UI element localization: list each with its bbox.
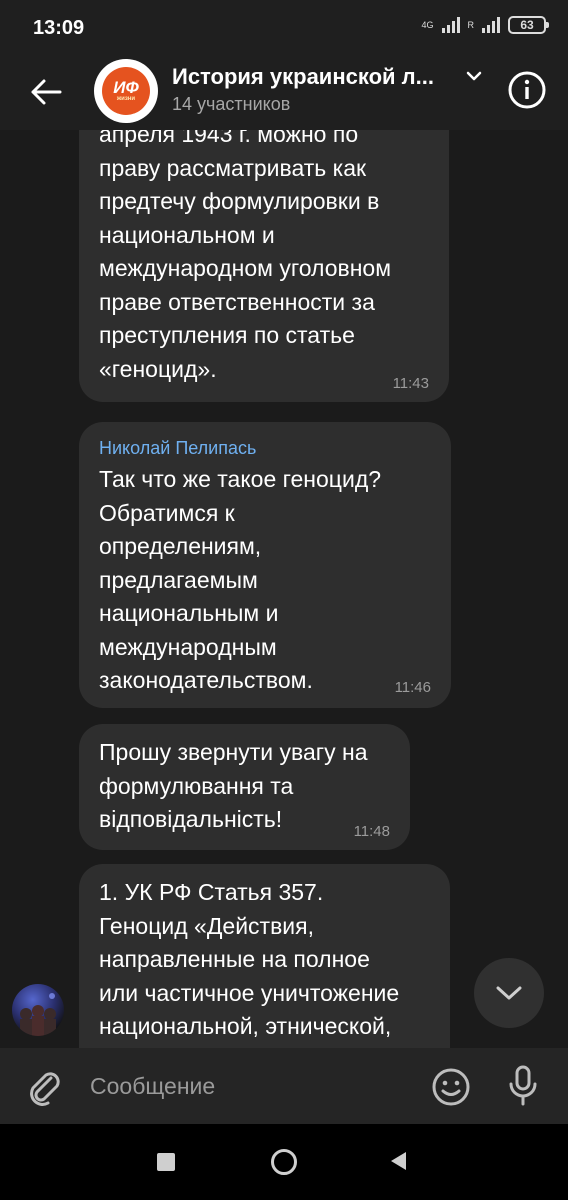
network-type-label: 4G	[421, 19, 434, 30]
sender-avatar-photo	[20, 993, 56, 1036]
nav-home-icon[interactable]	[270, 1148, 298, 1176]
message-text: Так что же такое геноцид? Обратимся к оп…	[99, 466, 382, 693]
chat-avatar[interactable]: ИФ жизни	[94, 59, 158, 123]
message-text: апреля 1943 г. можно по праву рассматрив…	[99, 130, 392, 382]
signal-icon	[441, 17, 460, 33]
message-input[interactable]	[90, 1066, 410, 1106]
message-composer	[0, 1048, 568, 1124]
status-icons: 4G R 63	[421, 16, 549, 34]
message-bubble[interactable]: Прошу звернути увагу на формулювання та …	[79, 724, 410, 850]
status-time: 13:09	[33, 17, 85, 39]
sender-name[interactable]: Николай Пелипась	[99, 422, 431, 459]
battery-icon: 63	[508, 16, 549, 34]
chat-title[interactable]: История украинской л...	[172, 64, 434, 90]
message-text: 1. УК РФ Статья 357. Геноцид «Действия, …	[99, 879, 400, 1039]
chat-avatar-logo: ИФ жизни	[102, 67, 150, 115]
message-bubble[interactable]: 1. УК РФ Статья 357. Геноцид «Действия, …	[79, 864, 450, 1048]
nav-recents-icon[interactable]	[157, 1153, 175, 1171]
message-bubble[interactable]: апреля 1943 г. можно по праву рассматрив…	[79, 130, 449, 402]
roaming-label: R	[467, 19, 475, 30]
chat-header: ИФ жизни История украинской л... 14 учас…	[0, 56, 568, 130]
message-time: 11:46	[394, 679, 431, 696]
message-time: 11:48	[353, 823, 390, 840]
paperclip-icon[interactable]	[24, 1066, 64, 1106]
chat-subtitle: 14 участников	[172, 94, 291, 114]
status-bar: 13:09 4G R 63	[0, 0, 568, 56]
chevron-down-icon	[496, 986, 522, 1000]
message-list[interactable]: апреля 1943 г. можно по праву рассматрив…	[0, 130, 568, 1048]
message-bubble[interactable]: Николай Пелипась Так что же такое геноци…	[79, 422, 451, 708]
sender-avatar[interactable]	[12, 984, 64, 1036]
message-text: Прошу звернути увагу на формулювання та …	[99, 739, 368, 832]
chevron-down-icon[interactable]	[466, 70, 482, 82]
microphone-icon[interactable]	[502, 1064, 544, 1108]
scroll-down-button[interactable]	[474, 958, 544, 1028]
message-time: 11:43	[392, 375, 429, 392]
system-nav-bar	[0, 1124, 568, 1200]
back-arrow-icon	[31, 79, 62, 105]
emoji-icon[interactable]	[430, 1066, 472, 1108]
signal-icon-2	[482, 17, 500, 33]
info-icon[interactable]	[507, 70, 547, 110]
nav-back-icon[interactable]	[388, 1150, 408, 1172]
back-button[interactable]	[24, 70, 68, 114]
